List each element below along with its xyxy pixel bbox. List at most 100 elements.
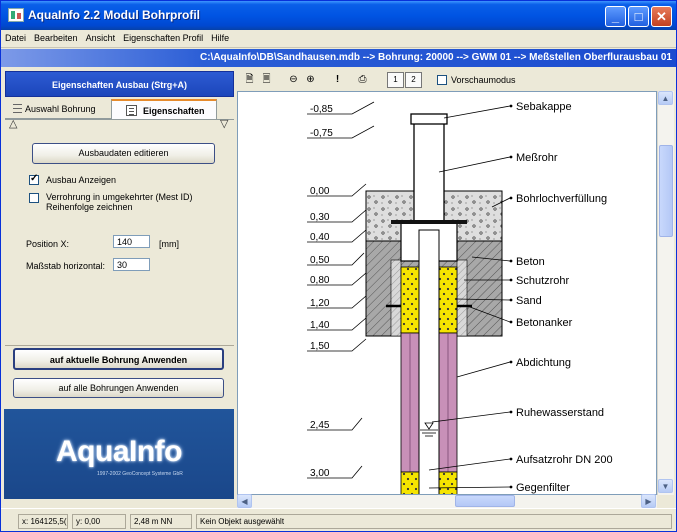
zoom-in-icon[interactable]: ⊕ (302, 72, 319, 88)
callout-dot (509, 410, 513, 414)
scroll-left-icon[interactable]: ◀ (237, 494, 252, 508)
page-2-icon[interactable]: 2 (405, 72, 422, 88)
position-x-label: Position X: (26, 239, 70, 249)
protective-pipe-left[interactable] (390, 259, 402, 337)
menu-bar: Datei Bearbeiten Ansicht Eigenschaften Prof… (1, 30, 676, 48)
depth-label: 0,50 (310, 255, 330, 266)
callout-dot (509, 320, 513, 324)
print-icon[interactable]: ⎙ (354, 72, 371, 88)
status-y: y: 0,00 (72, 514, 126, 529)
maximize-icon: □ (634, 9, 643, 24)
edit-ausbau-button[interactable]: Ausbaudaten editieren (32, 143, 215, 164)
depth-label: 1,50 (310, 341, 330, 352)
callout-dot (509, 104, 513, 108)
callout-label: Sand (516, 295, 542, 307)
callout-dot (509, 298, 513, 302)
preview-mode-checkbox[interactable] (437, 75, 447, 85)
position-x-input[interactable] (113, 235, 150, 248)
logo-text: AquaInfo (56, 435, 182, 468)
scale-horizontal-label: Maßstab horizontal: (26, 261, 106, 271)
page-1-icon[interactable]: 1 (387, 72, 404, 88)
status-nn: 2,48 m NN (130, 514, 192, 529)
page-setup-icon[interactable]: 🗏 (258, 72, 275, 88)
zoom-out-icon[interactable]: ⊖ (285, 72, 302, 88)
menu-hilfe[interactable]: Hilfe (207, 30, 233, 43)
status-selection: Kein Objekt ausgewählt (196, 514, 672, 529)
callout-dot (509, 259, 513, 263)
callout-label: Abdichtung (516, 357, 571, 369)
apply-current-button[interactable]: auf aktuelle Bohrung Anwenden (13, 348, 224, 370)
page-preview-icon[interactable]: 🗎 (241, 72, 258, 88)
counter-filter-right[interactable] (438, 471, 458, 495)
toolbar: 🗎 🗏 ⊖ ⊕ ! ⎙ 1 2 Vorschaumodus (237, 69, 676, 91)
callout-line (456, 361, 511, 378)
tab-strip: Auswahl Bohrung Eigenschaften (5, 99, 234, 120)
profile-drawing-area[interactable]: -0,85 -0,75 0,00 0,30 0,40 0,50 0,80 1,20 1,40 1,… (237, 91, 657, 495)
callout-label: Bohrlochverfüllung (516, 193, 607, 205)
vertical-scrollbar[interactable]: ▲ ▼ (657, 91, 674, 495)
sand-left[interactable] (400, 266, 420, 334)
application-window: AquaInfo 2.2 Modul Bohrprofil _ □ ✕ Date… (0, 0, 677, 532)
scroll-right-icon[interactable]: ▶ (641, 494, 656, 508)
vertical-scroll-thumb[interactable] (659, 145, 673, 237)
list-icon (13, 104, 22, 113)
preview-mode-label: Vorschaumodus (451, 75, 516, 85)
scale-horizontal-input[interactable] (113, 258, 150, 271)
title-bar[interactable]: AquaInfo 2.2 Modul Bohrprofil _ □ ✕ (1, 1, 676, 30)
minimize-button[interactable]: _ (605, 6, 626, 27)
panel-header: Eigenschaften Ausbau (Strg+A) (5, 71, 234, 97)
tab-auswahl-bohrung[interactable]: Auswahl Bohrung (5, 99, 111, 119)
scroll-up-icon[interactable]: ▲ (658, 91, 673, 105)
show-ausbau-checkbox[interactable] (29, 173, 39, 185)
pin-right-icon[interactable]: ▽ (220, 117, 228, 130)
status-bar: x: 164125,5( y: 0,00 2,48 m NN Kein Obje… (1, 508, 676, 531)
close-button[interactable]: ✕ (651, 6, 672, 27)
callout-label: Schutzrohr (516, 275, 570, 287)
callout-label: Beton (516, 256, 545, 268)
depth-label: 0,80 (310, 275, 330, 286)
window-title: AquaInfo 2.2 Modul Bohrprofil (28, 8, 200, 22)
info-icon[interactable]: ! (329, 72, 346, 88)
callout-dot (509, 457, 513, 461)
horizontal-scroll-thumb[interactable] (455, 495, 515, 507)
callout-dot (509, 196, 513, 200)
properties-panel: Eigenschaften Ausbau (Strg+A) Auswahl Bo… (4, 69, 234, 408)
depth-label: 2,45 (310, 420, 330, 431)
riser-pipe[interactable] (418, 229, 440, 495)
minimize-icon: _ (611, 9, 620, 24)
position-x-unit: [mm] (159, 239, 179, 249)
depth-label: 3,00 (310, 468, 330, 479)
protective-pipe-right[interactable] (456, 259, 468, 337)
callout-label: Gegenfilter (516, 482, 570, 494)
callout-label: Betonanker (516, 317, 573, 329)
cap-sebakappe[interactable] (410, 113, 448, 125)
status-x: x: 164125,5( (18, 514, 68, 529)
app-icon[interactable] (8, 8, 24, 22)
menu-datei[interactable]: Datei (1, 30, 30, 43)
borehole-profile: -0,85 -0,75 0,00 0,30 0,40 0,50 0,80 1,20 1,40 1,… (307, 101, 613, 495)
reverse-order-checkbox[interactable] (29, 193, 39, 203)
tab-eigenschaften[interactable]: Eigenschaften (111, 99, 217, 120)
logo-subtitle: 1997-2002 GeoConcept Systeme GbR (97, 471, 183, 477)
sand-right[interactable] (438, 266, 458, 334)
menu-ansicht[interactable]: Ansicht (82, 30, 120, 43)
callout-line (443, 105, 511, 119)
maximize-button[interactable]: □ (628, 6, 649, 27)
depth-label: 0,40 (310, 232, 330, 243)
pin-left-icon[interactable]: △ (9, 117, 17, 130)
callout-dot (509, 278, 513, 282)
tab-label: Auswahl Bohrung (25, 104, 96, 114)
depth-label: 0,00 (310, 186, 330, 197)
apply-all-button[interactable]: auf alle Bohrungen Anwenden (13, 378, 224, 398)
show-ausbau-label: Ausbau Anzeigen (46, 175, 117, 185)
menu-eigenschaften-profil[interactable]: Eigenschaften Profil (119, 30, 207, 43)
callout-label: Aufsatzrohr DN 200 (516, 454, 613, 466)
depth-label: -0,75 (310, 128, 333, 139)
callout-dot (509, 485, 513, 489)
horizontal-scrollbar[interactable]: ◀ ▶ (237, 494, 657, 508)
menu-bearbeiten[interactable]: Bearbeiten (30, 30, 82, 43)
cover-plate (391, 220, 467, 224)
callout-line (438, 156, 511, 173)
scroll-down-icon[interactable]: ▼ (658, 479, 673, 493)
counter-filter-left[interactable] (400, 471, 420, 495)
